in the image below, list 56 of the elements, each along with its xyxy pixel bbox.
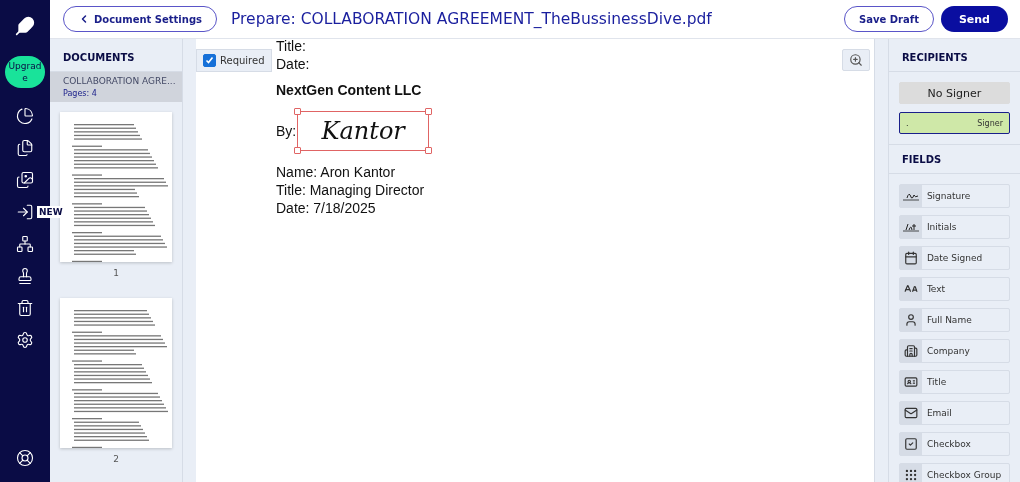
document-text: Title: Managing Director — [276, 181, 425, 199]
document-text: Date: 7/18/2025 — [276, 199, 376, 217]
page-title: Prepare: COLLABORATION AGREEMENT_TheBussinessDive.pdf — [231, 10, 713, 28]
page-number: 2 — [113, 454, 119, 464]
field-item[interactable]: Initials — [898, 215, 1010, 239]
recipient-item[interactable]: No Signer — [898, 82, 1010, 104]
panel-heading: FIELDS — [888, 145, 1020, 174]
required-checkbox[interactable]: Required — [196, 49, 272, 72]
pie-chart-icon[interactable] — [16, 107, 34, 125]
recipient-item[interactable]: . Signer — [898, 112, 1010, 134]
envelope-icon — [903, 406, 918, 420]
new-badge: NEW — [37, 206, 65, 218]
initials-icon — [902, 222, 919, 232]
trash-icon[interactable] — [16, 299, 34, 317]
signature-icon — [902, 191, 919, 201]
check-icon — [205, 56, 214, 65]
field-item[interactable]: Signature — [898, 184, 1010, 208]
upgrade-button[interactable]: Upgrade — [5, 56, 45, 88]
id-card-icon — [903, 375, 918, 389]
field-item[interactable]: Checkbox Group — [898, 463, 1010, 482]
document-text: Name: Aron Kantor — [276, 163, 396, 181]
field-item[interactable]: Text — [898, 277, 1010, 301]
field-item[interactable]: Company — [898, 339, 1010, 363]
grid-dots-icon — [903, 468, 918, 482]
zoom-in-button[interactable] — [842, 49, 870, 71]
document-name[interactable]: COLLABORATION AGRE... — [63, 76, 176, 86]
settings-icon[interactable] — [16, 331, 34, 349]
field-item[interactable]: Email — [898, 401, 1010, 425]
zoom-in-icon — [849, 53, 863, 67]
signature-field[interactable]: Kantor — [297, 111, 430, 151]
by-label: By: — [276, 122, 297, 140]
files-icon[interactable] — [16, 139, 34, 157]
field-item[interactable]: Title — [898, 370, 1010, 394]
stamp-icon[interactable] — [16, 267, 34, 285]
document-text: Date: — [276, 55, 310, 73]
page-count: Pages: 4 — [63, 89, 98, 98]
building-icon — [903, 344, 918, 358]
field-item[interactable]: Full Name — [898, 308, 1010, 332]
page-thumbnail-drawing[interactable] — [60, 298, 172, 448]
save-draft-button[interactable]: Save Draft — [844, 6, 934, 32]
feather-logo-icon[interactable] — [15, 16, 35, 36]
sign-in-icon[interactable] — [16, 203, 34, 221]
network-icon[interactable] — [16, 235, 34, 253]
calendar-icon — [903, 251, 918, 265]
field-item[interactable]: Checkbox — [898, 432, 1010, 456]
panel-heading: RECIPIENTS — [888, 43, 1020, 72]
field-item[interactable]: Date Signed — [898, 246, 1010, 270]
company-name: NextGen Content LLC — [276, 81, 422, 99]
images-icon[interactable] — [16, 171, 34, 189]
send-button[interactable]: Send — [940, 6, 1008, 32]
help-icon[interactable] — [16, 449, 34, 467]
document-text: Title: — [276, 39, 306, 55]
page-number: 1 — [113, 268, 119, 278]
user-icon — [903, 313, 918, 327]
checkbox-icon — [903, 437, 918, 451]
back-button[interactable]: Document Settings — [63, 6, 217, 32]
